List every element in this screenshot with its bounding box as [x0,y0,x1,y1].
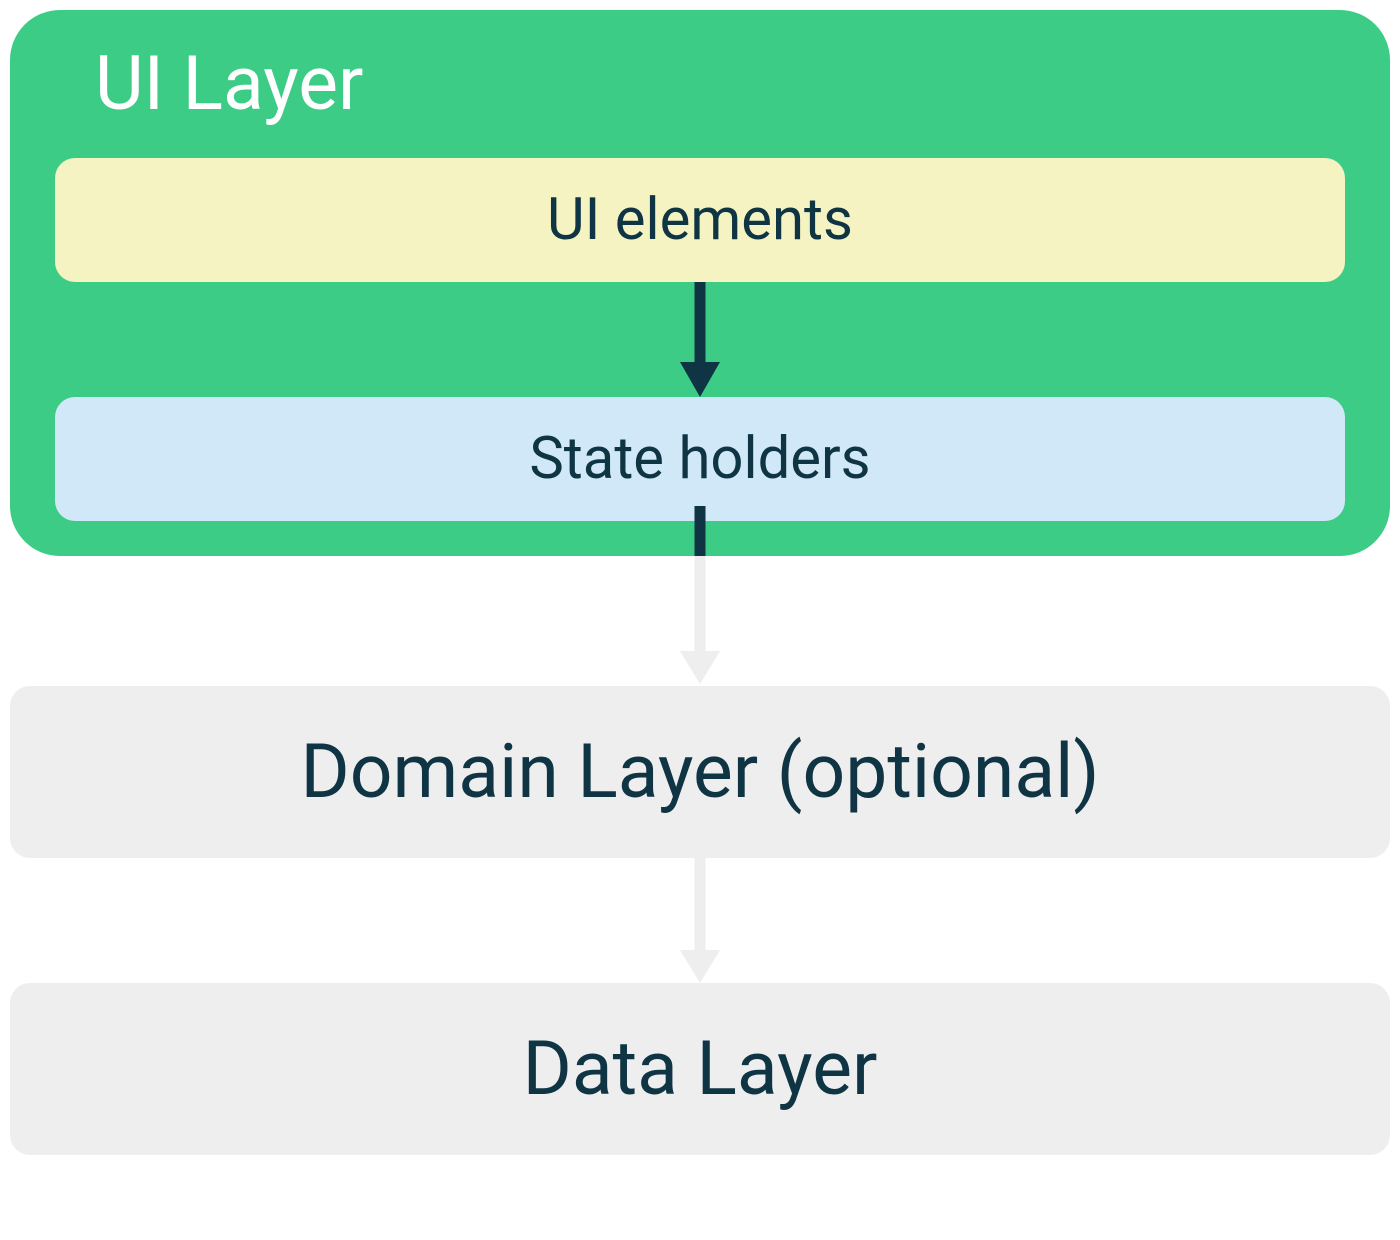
ui-layer-container: UI Layer UI elements State holders [10,10,1390,556]
arrow-down-icon [670,282,730,402]
ui-elements-box: UI elements [55,158,1345,282]
arrow-ui-to-state [55,282,1345,397]
domain-layer-box: Domain Layer (optional) [10,686,1390,858]
arrow-down-icon [670,506,730,686]
arrow-down-icon [670,858,730,986]
state-holders-box: State holders [55,397,1345,521]
architecture-diagram: UI Layer UI elements State holders Domai… [10,10,1390,1230]
ui-layer-title: UI Layer [95,40,1345,128]
data-layer-box: Data Layer [10,983,1390,1155]
